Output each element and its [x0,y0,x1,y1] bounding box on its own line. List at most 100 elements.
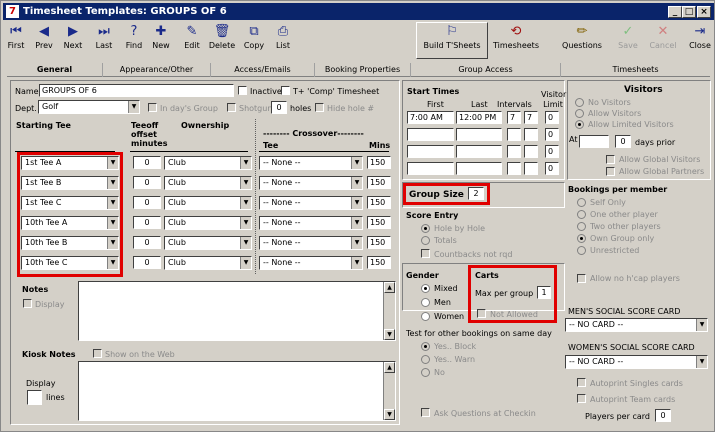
gender-men-radio[interactable] [421,298,430,307]
one-other-radio[interactable] [577,210,586,219]
new-button[interactable]: ✚ New [148,23,174,59]
edit-button[interactable]: ✎ Edit [179,23,205,59]
mens-card-select[interactable]: -- NO CARD -- ▼ [565,318,708,332]
crossover-tee-select[interactable]: -- None -- ▼ [259,236,363,250]
last-button[interactable]: ⏭ Last [91,23,117,59]
days-prior-input[interactable]: 0 [615,135,631,148]
interval-2-input-3[interactable] [524,145,538,158]
interval-1-input[interactable]: 7 [507,111,521,124]
dept-select[interactable]: Golf ▼ [38,100,140,114]
interval-2-input[interactable]: 7 [524,111,538,124]
start-first-input-3[interactable] [407,145,454,158]
start-last-input-4[interactable] [456,162,502,175]
crossover-mins-input[interactable]: 150 [367,256,391,269]
name-input[interactable]: GROUPS OF 6 [39,84,234,97]
list-button[interactable]: ⎙ List [270,23,296,59]
start-last-input[interactable]: 12:00 PM [456,111,502,124]
yes-block-radio[interactable] [421,342,430,351]
tab-appearance-other[interactable]: Appearance/Other [103,63,211,77]
teeoff-offset-input[interactable]: 0 [133,196,161,209]
allow-limited-visitors-radio[interactable] [575,120,584,129]
interval-1-input-4[interactable] [507,162,521,175]
hide-hole-checkbox[interactable] [315,103,324,112]
scroll-up-icon[interactable]: ▲ [384,362,395,373]
yes-warn-radio[interactable] [421,355,430,364]
allow-global-visitors-checkbox[interactable] [606,155,615,164]
tcomp-checkbox[interactable] [281,86,290,95]
crossover-mins-input[interactable]: 150 [367,196,391,209]
visitor-limit-input-1[interactable]: 0 [545,111,559,124]
tab-access-emails[interactable]: Access/Emails [211,63,315,77]
visitor-limit-input-2[interactable]: 0 [545,128,559,141]
copy-button[interactable]: ⧉ Copy [241,23,267,59]
inactive-checkbox[interactable] [238,86,247,95]
crossover-tee-select[interactable]: -- None -- ▼ [259,196,363,210]
next-button[interactable]: ▶ Next [60,23,86,59]
ownership-select[interactable]: Club ▼ [164,156,252,170]
find-button[interactable]: ? Find [121,23,147,59]
notes-textarea[interactable]: ▲ ▼ [78,281,396,341]
crossover-tee-select[interactable]: -- None -- ▼ [259,176,363,190]
players-per-card-input[interactable]: 0 [655,409,671,422]
scroll-down-icon[interactable]: ▼ [384,329,395,340]
gender-women-radio[interactable] [421,312,430,321]
save-button[interactable]: ✓ Save [615,23,641,59]
crossover-tee-select[interactable]: -- None -- ▼ [259,216,363,230]
shotgun-holes-input[interactable]: 0 [271,101,287,114]
visitor-limit-input-4[interactable]: 0 [545,162,559,175]
interval-2-input-4[interactable] [524,162,538,175]
countbacks-checkbox[interactable] [421,249,430,258]
notes-display-checkbox[interactable] [23,299,32,308]
indays-group-checkbox[interactable] [148,103,157,112]
start-first-input[interactable]: 7:00 AM [407,111,454,124]
start-first-input-4[interactable] [407,162,454,175]
timesheets-button[interactable]: ⟲ Timesheets [491,23,541,59]
ownership-select[interactable]: Club ▼ [164,236,252,250]
notes-scrollbar[interactable]: ▲ ▼ [383,282,395,340]
first-button[interactable]: ⏮ First [3,23,29,59]
ownership-select[interactable]: Club ▼ [164,256,252,270]
start-last-input-3[interactable] [456,145,502,158]
unrestricted-radio[interactable] [577,246,586,255]
self-only-radio[interactable] [577,198,586,207]
ownership-select[interactable]: Club ▼ [164,176,252,190]
tab-timesheets[interactable]: Timesheets [561,63,710,77]
totals-radio[interactable] [421,236,430,245]
minimize-button[interactable]: _ [668,6,682,18]
crossover-mins-input[interactable]: 150 [367,176,391,189]
ownership-select[interactable]: Club ▼ [164,196,252,210]
close-window-button[interactable]: × [697,6,711,18]
two-other-radio[interactable] [577,222,586,231]
kiosk-scrollbar[interactable]: ▲ ▼ [383,362,395,420]
show-on-web-checkbox[interactable] [93,349,102,358]
prev-button[interactable]: ◀ Prev [31,23,57,59]
at-input[interactable] [579,135,609,148]
no-visitors-radio[interactable] [575,98,584,107]
autoprint-singles-checkbox[interactable] [577,378,586,387]
gender-mixed-radio[interactable] [421,284,430,293]
delete-button[interactable]: 🗑 Delete [207,23,237,59]
own-group-radio[interactable] [577,234,586,243]
visitor-limit-input-3[interactable]: 0 [545,145,559,158]
crossover-mins-input[interactable]: 150 [367,156,391,169]
allow-global-partners-checkbox[interactable] [606,167,615,176]
scroll-down-icon[interactable]: ▼ [384,409,395,420]
shotgun-checkbox[interactable] [227,103,236,112]
crossover-mins-input[interactable]: 150 [367,216,391,229]
crossover-mins-input[interactable]: 150 [367,236,391,249]
start-last-input-2[interactable] [456,128,502,141]
tab-general[interactable]: General [7,63,103,77]
hole-by-hole-radio[interactable] [421,224,430,233]
maximize-button[interactable]: □ [682,6,696,18]
womens-card-select[interactable]: -- NO CARD -- ▼ [565,355,708,369]
interval-1-input-2[interactable] [507,128,521,141]
teeoff-offset-input[interactable]: 0 [133,176,161,189]
cancel-button[interactable]: ✕ Cancel [649,23,677,59]
interval-2-input-2[interactable] [524,128,538,141]
ask-questions-checkbox[interactable] [421,408,430,417]
no-radio[interactable] [421,368,430,377]
crossover-tee-select[interactable]: -- None -- ▼ [259,256,363,270]
crossover-tee-select[interactable]: -- None -- ▼ [259,156,363,170]
scroll-up-icon[interactable]: ▲ [384,282,395,293]
start-first-input-2[interactable] [407,128,454,141]
